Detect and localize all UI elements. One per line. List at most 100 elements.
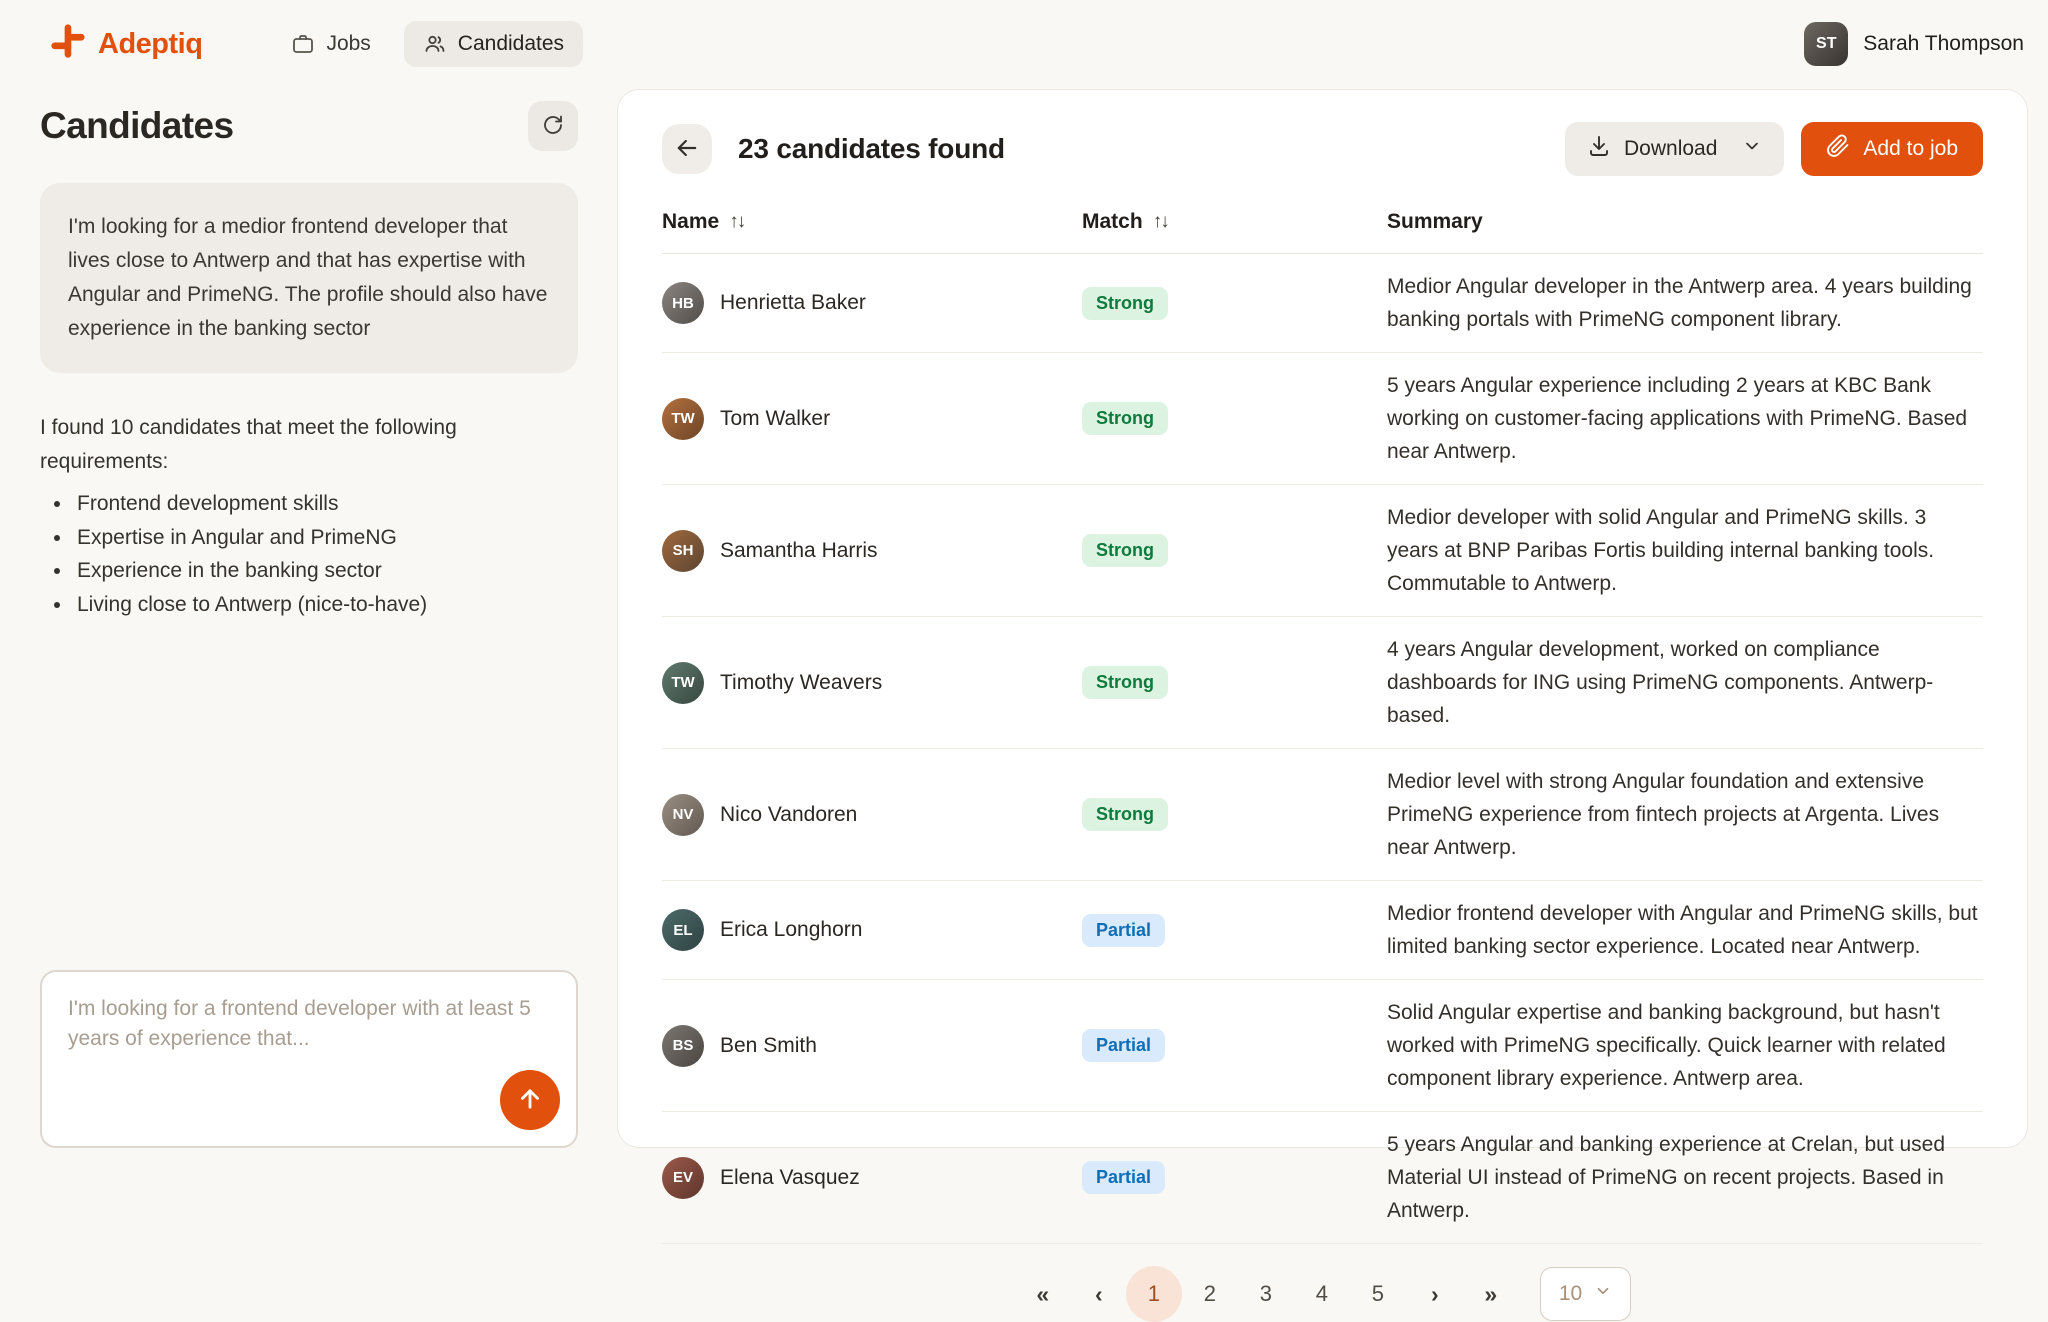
results-panel: 23 candidates found Download: [617, 89, 2028, 1148]
user-menu[interactable]: ST Sarah Thompson: [1804, 22, 2024, 66]
candidate-avatar: TW: [662, 398, 704, 440]
nav-item-jobs[interactable]: Jobs: [272, 21, 389, 67]
candidate-summary: 5 years Angular and banking experience a…: [1387, 1118, 1983, 1237]
candidate-summary: Medior frontend developer with Angular a…: [1387, 887, 1983, 973]
match-badge: Partial: [1082, 1029, 1165, 1062]
match-badge: Strong: [1082, 666, 1168, 699]
table-row[interactable]: EV Elena Vasquez Partial 5 years Angular…: [662, 1112, 1983, 1244]
requirements-list: Frontend development skillsExpertise in …: [40, 487, 558, 621]
candidate-avatar: BS: [662, 1025, 704, 1067]
table-header: Name ↑↓ Match ↑↓ Summary: [662, 190, 1983, 254]
page-title: Candidates: [40, 105, 233, 147]
candidate-summary: Medior Angular developer in the Antwerp …: [1387, 260, 1983, 346]
table-row[interactable]: HB Henrietta Baker Strong Medior Angular…: [662, 254, 1983, 353]
refresh-icon: [541, 113, 565, 140]
arrow-left-icon: [673, 134, 701, 165]
download-button[interactable]: Download: [1565, 122, 1784, 176]
sort-icon: ↑↓: [1153, 211, 1168, 233]
pagination-page-button[interactable]: 3: [1238, 1266, 1294, 1322]
pagination-first-button[interactable]: «: [1014, 1266, 1070, 1322]
match-badge: Strong: [1082, 287, 1168, 320]
refresh-button[interactable]: [528, 101, 578, 151]
match-badge: Partial: [1082, 914, 1165, 947]
column-header-summary: Summary: [1387, 210, 1983, 234]
nav-item-candidates[interactable]: Candidates: [404, 21, 583, 67]
match-badge: Strong: [1082, 798, 1168, 831]
candidate-name: Tom Walker: [720, 407, 830, 431]
candidate-name: Henrietta Baker: [720, 291, 866, 315]
candidate-name: Samantha Harris: [720, 539, 878, 563]
arrow-up-icon: [516, 1085, 544, 1116]
match-badge: Strong: [1082, 402, 1168, 435]
user-name: Sarah Thompson: [1863, 32, 2024, 56]
add-to-job-button[interactable]: Add to job: [1801, 122, 1983, 176]
candidate-summary: 4 years Angular development, worked on c…: [1387, 623, 1983, 742]
brand-name: Adeptiq: [98, 28, 202, 61]
content: Candidates I'm looking for a medior fron…: [0, 88, 2048, 1169]
pagination-last-button[interactable]: »: [1462, 1266, 1518, 1322]
table-row[interactable]: BS Ben Smith Partial Solid Angular exper…: [662, 980, 1983, 1112]
requirement-item: Frontend development skills: [73, 487, 558, 521]
assistant-response: I found 10 candidates that meet the foll…: [40, 411, 578, 622]
pagination-page-button[interactable]: 5: [1350, 1266, 1406, 1322]
candidate-avatar: TW: [662, 662, 704, 704]
briefcase-icon: [291, 32, 315, 56]
chat-input-box: [40, 970, 578, 1148]
requirement-item: Expertise in Angular and PrimeNG: [73, 521, 558, 555]
requirement-item: Experience in the banking sector: [73, 554, 558, 588]
download-label: Download: [1624, 137, 1717, 161]
pagination-page-button[interactable]: 4: [1294, 1266, 1350, 1322]
results-intro: I found 10 candidates that meet the foll…: [40, 416, 457, 473]
brand-logo[interactable]: Adeptiq: [48, 23, 202, 66]
pagination-next-button[interactable]: ›: [1406, 1266, 1462, 1322]
pagination-pages: 12345: [1126, 1266, 1406, 1322]
pagination-page-button[interactable]: 2: [1182, 1266, 1238, 1322]
requirement-item: Living close to Antwerp (nice-to-have): [73, 588, 558, 622]
candidate-summary: Medior level with strong Angular foundat…: [1387, 755, 1983, 874]
pagination: « ‹ 12345 › » 10: [662, 1244, 1983, 1322]
candidate-name: Ben Smith: [720, 1034, 817, 1058]
send-button[interactable]: [500, 1070, 560, 1130]
column-header-name[interactable]: Name ↑↓: [662, 210, 1082, 234]
table-row[interactable]: TW Tom Walker Strong 5 years Angular exp…: [662, 353, 1983, 485]
candidate-summary: Solid Angular expertise and banking back…: [1387, 986, 1983, 1105]
column-header-match[interactable]: Match ↑↓: [1082, 210, 1387, 234]
table-row[interactable]: SH Samantha Harris Strong Medior develop…: [662, 485, 1983, 617]
match-badge: Partial: [1082, 1161, 1165, 1194]
app: Adeptiq Jobs: [0, 0, 2048, 1169]
sort-icon: ↑↓: [729, 211, 744, 233]
candidate-avatar: HB: [662, 282, 704, 324]
candidate-name: Erica Longhorn: [720, 918, 862, 942]
results-count-title: 23 candidates found: [738, 133, 1005, 165]
candidate-name: Elena Vasquez: [720, 1166, 860, 1190]
table-row[interactable]: NV Nico Vandoren Strong Medior level wit…: [662, 749, 1983, 881]
pagination-page-button[interactable]: 1: [1126, 1266, 1182, 1322]
candidates-table-body: HB Henrietta Baker Strong Medior Angular…: [662, 254, 1983, 1244]
download-icon: [1587, 134, 1611, 164]
candidate-name: Timothy Weavers: [720, 671, 882, 695]
table-row[interactable]: TW Timothy Weavers Strong 4 years Angula…: [662, 617, 1983, 749]
chat-sidebar: Candidates I'm looking for a medior fron…: [40, 89, 578, 1148]
main-nav: Jobs Candidates: [272, 21, 583, 67]
page-size-value: 10: [1559, 1282, 1582, 1306]
candidate-avatar: EV: [662, 1157, 704, 1199]
user-query-bubble: I'm looking for a medior frontend develo…: [40, 183, 578, 373]
candidate-name: Nico Vandoren: [720, 803, 857, 827]
table-row[interactable]: EL Erica Longhorn Partial Medior fronten…: [662, 881, 1983, 980]
candidate-avatar: SH: [662, 530, 704, 572]
candidate-summary: 5 years Angular experience including 2 y…: [1387, 359, 1983, 478]
add-to-job-label: Add to job: [1863, 137, 1958, 161]
back-button[interactable]: [662, 124, 712, 174]
chevron-down-icon: [1742, 136, 1762, 162]
candidate-avatar: EL: [662, 909, 704, 951]
logo-icon: [48, 23, 86, 66]
users-icon: [423, 32, 447, 56]
nav-item-label: Jobs: [326, 32, 370, 56]
chevron-down-icon: [1594, 1282, 1612, 1306]
page-size-select[interactable]: 10: [1540, 1267, 1631, 1321]
top-bar: Adeptiq Jobs: [0, 0, 2048, 88]
pagination-prev-button[interactable]: ‹: [1070, 1266, 1126, 1322]
chat-input[interactable]: [42, 972, 576, 1146]
match-badge: Strong: [1082, 534, 1168, 567]
results-header: 23 candidates found Download: [662, 122, 1983, 176]
